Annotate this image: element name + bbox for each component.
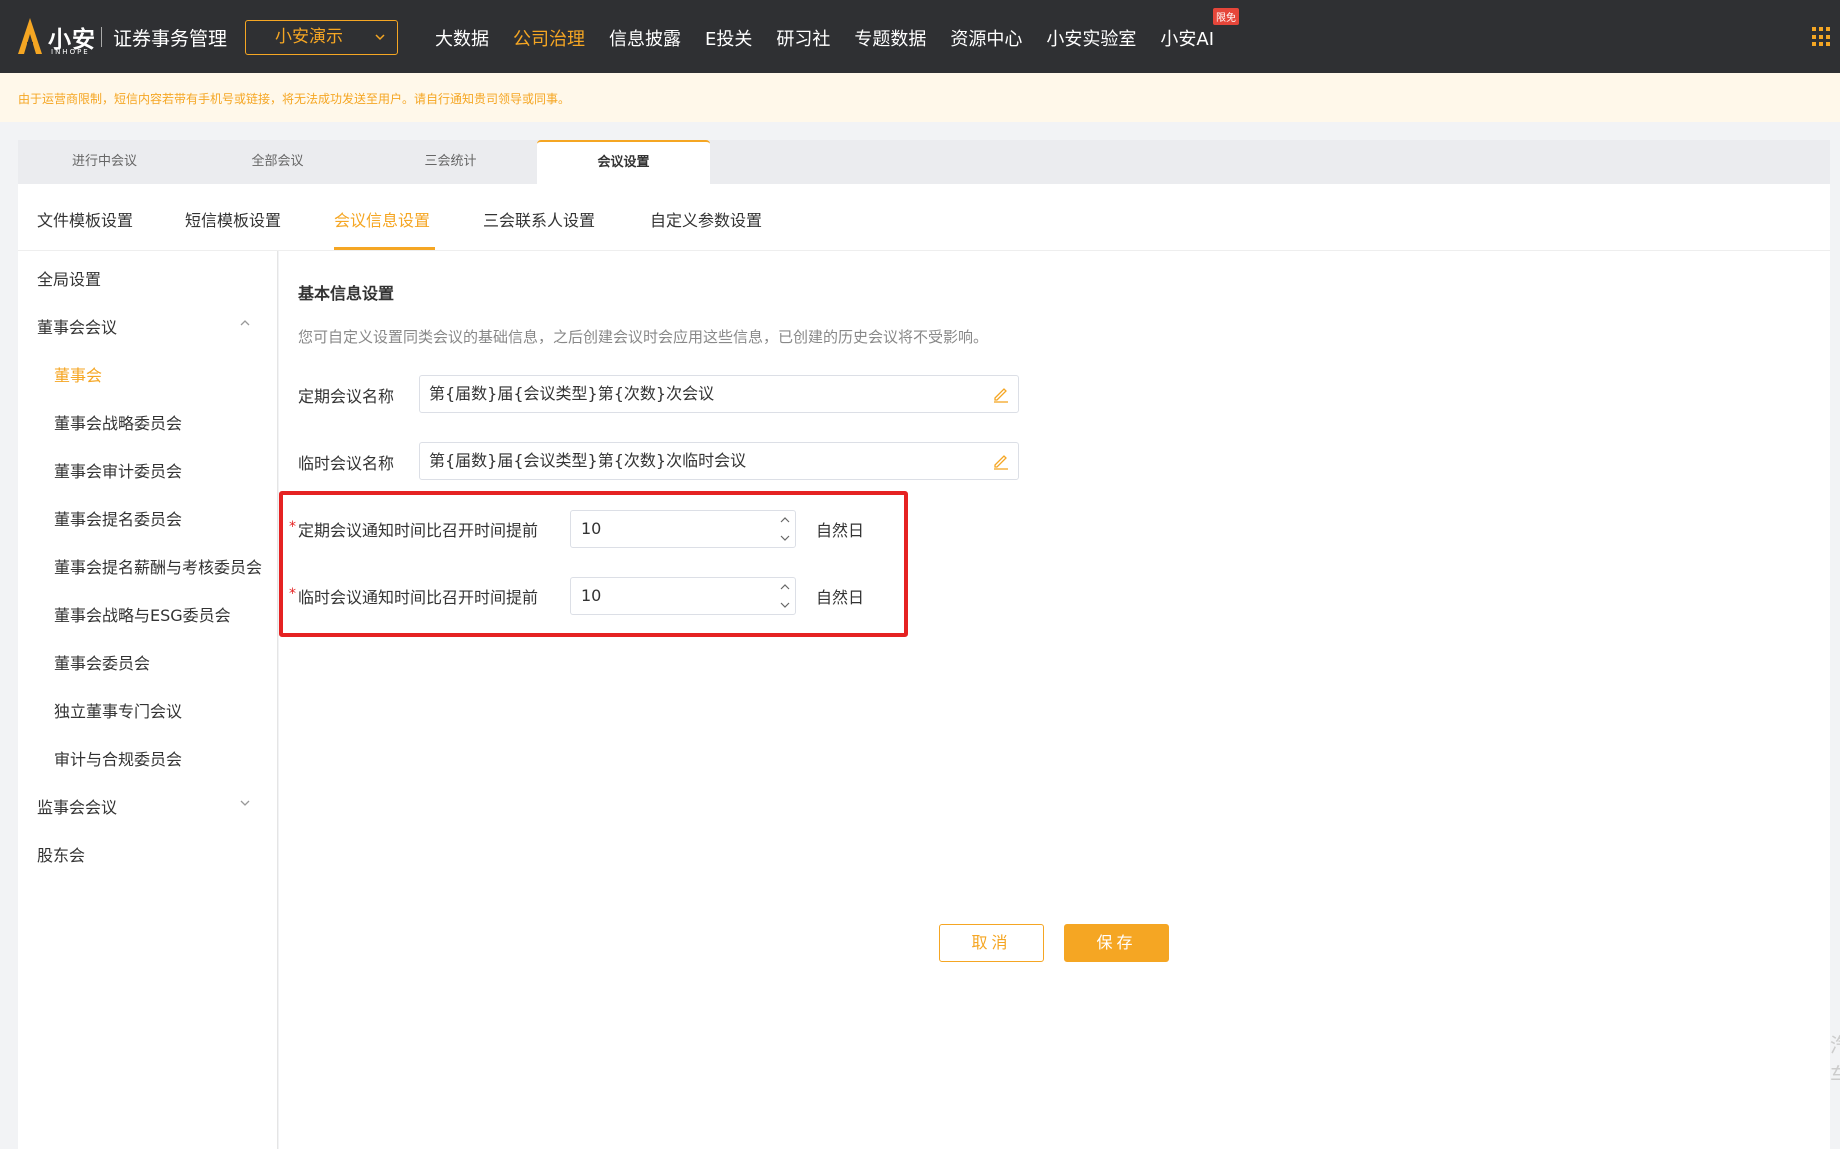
temp-notice-input[interactable]: 10 (570, 577, 796, 615)
nav-item-study[interactable]: 研习社 (776, 25, 830, 51)
tab-all-meetings[interactable]: 全部会议 (191, 140, 364, 184)
logo-subtext: INHOPE (51, 48, 90, 56)
stepper-down[interactable] (775, 529, 795, 547)
nav-item-ai-label: 小安AI (1160, 29, 1214, 50)
sidebar-item-audit-committee[interactable]: 董事会审计委员会 (54, 458, 182, 482)
section-description: 您可自定义设置同类会议的基础信息，之后创建会议时会应用这些信息，已创建的历史会议… (298, 328, 989, 346)
subtab-custom-params[interactable]: 自定义参数设置 (650, 207, 762, 231)
regular-name-label: 定期会议名称 (298, 387, 395, 406)
org-select[interactable]: 小安演示 (245, 20, 398, 55)
sidebar-item-board-committee[interactable]: 董事会委员会 (54, 650, 150, 674)
sidebar-item-shareholders[interactable]: 股东会 (37, 842, 85, 866)
cancel-button[interactable]: 取消 (939, 924, 1044, 962)
logo-divider (101, 27, 102, 47)
sidebar-item-strategy-committee[interactable]: 董事会战略委员会 (54, 410, 182, 434)
main-nav: 大数据 公司治理 信息披露 E投关 研习社 专题数据 资源中心 小安实验室 小安… (435, 8, 1239, 51)
apps-grid-icon[interactable] (1812, 27, 1832, 47)
sidebar-item-esg-committee[interactable]: 董事会战略与ESG委员会 (54, 602, 231, 626)
edit-icon[interactable] (992, 452, 1010, 470)
chevron-up-icon[interactable] (239, 317, 251, 329)
temp-name-input[interactable]: 第{届数}届{会议类型}第{次数}次临时会议 (419, 442, 1019, 480)
stepper-up[interactable] (775, 511, 795, 529)
temp-notice-value: 10 (581, 586, 602, 605)
chevron-down-icon (375, 34, 385, 41)
nav-item-eir[interactable]: E投关 (705, 25, 752, 51)
subtab-active-indicator (334, 247, 435, 250)
temp-name-label: 临时会议名称 (298, 454, 395, 473)
temp-name-value: 第{届数}届{会议类型}第{次数}次临时会议 (429, 451, 747, 470)
nav-item-ai[interactable]: 小安AI 限免 (1160, 8, 1239, 51)
regular-name-value: 第{届数}届{会议类型}第{次数}次会议 (429, 384, 715, 403)
temp-notice-unit: 自然日 (816, 588, 865, 607)
chevron-up-icon (780, 584, 790, 590)
save-button[interactable]: 保存 (1064, 924, 1169, 962)
tab-meeting-settings[interactable]: 会议设置 (537, 140, 710, 184)
tab-ongoing-meetings[interactable]: 进行中会议 (18, 140, 191, 184)
sidebar-group-board[interactable]: 董事会会议 (37, 314, 117, 338)
nav-item-bigdata[interactable]: 大数据 (435, 25, 489, 51)
temp-notice-label: 临时会议通知时间比召开时间提前 (298, 588, 539, 607)
edit-icon[interactable] (992, 385, 1010, 403)
free-badge: 限免 (1213, 8, 1239, 25)
subtab-sms-templates[interactable]: 短信模板设置 (185, 207, 281, 231)
nav-item-topic-data[interactable]: 专题数据 (854, 25, 926, 51)
sidebar-item-audit-compliance[interactable]: 审计与合规委员会 (54, 746, 182, 770)
sub-tabs: 文件模板设置 短信模板设置 会议信息设置 三会联系人设置 自定义参数设置 (18, 184, 1830, 251)
sidebar-item-independent-directors[interactable]: 独立董事专门会议 (54, 698, 182, 722)
sidebar-item-remuneration-committee[interactable]: 董事会提名薪酬与考核委员会 (54, 554, 262, 578)
regular-name-input[interactable]: 第{届数}届{会议类型}第{次数}次会议 (419, 375, 1019, 413)
regular-notice-value: 10 (581, 519, 602, 538)
subtab-contacts[interactable]: 三会联系人设置 (483, 207, 595, 231)
sidebar-item-global[interactable]: 全局设置 (37, 266, 101, 290)
sidebar-group-supervisors[interactable]: 监事会会议 (37, 794, 117, 818)
main-tabs: 进行中会议 全部会议 三会统计 会议设置 (18, 140, 1830, 184)
nav-item-governance[interactable]: 公司治理 (513, 25, 585, 51)
chevron-down-icon[interactable] (239, 797, 251, 809)
notice-bar: 由于运营商限制，短信内容若带有手机号或链接，将无法成功发送至用户。请自行通知贵司… (0, 73, 1840, 122)
section-title: 基本信息设置 (298, 284, 395, 303)
required-mark: * (289, 519, 296, 535)
top-navbar: 小安 INHOPE 证券事务管理 小安演示 大数据 公司治理 信息披露 E投关 … (0, 0, 1840, 73)
nav-item-resources[interactable]: 资源中心 (950, 25, 1022, 51)
chevron-down-icon (780, 602, 790, 608)
subtab-meeting-info[interactable]: 会议信息设置 (334, 207, 430, 231)
stepper-down[interactable] (775, 596, 795, 614)
system-title: 证券事务管理 (113, 28, 228, 50)
org-select-value: 小安演示 (275, 27, 343, 47)
regular-notice-label: 定期会议通知时间比召开时间提前 (298, 521, 539, 540)
nav-item-disclosure[interactable]: 信息披露 (609, 25, 681, 51)
logo-icon (18, 18, 42, 54)
edge-watermark-text: 汽车 (1830, 1030, 1840, 1090)
regular-notice-input[interactable]: 10 (570, 510, 796, 548)
subtab-file-templates[interactable]: 文件模板设置 (37, 207, 133, 231)
chevron-up-icon (780, 517, 790, 523)
stepper-up[interactable] (775, 578, 795, 596)
settings-content: 基本信息设置 您可自定义设置同类会议的基础信息，之后创建会议时会应用这些信息，已… (279, 251, 1830, 1149)
sidebar: 全局设置 董事会会议 董事会 董事会战略委员会 董事会审计委员会 董事会提名委员… (18, 251, 278, 1149)
nav-item-lab[interactable]: 小安实验室 (1046, 25, 1136, 51)
sidebar-item-nomination-committee[interactable]: 董事会提名委员会 (54, 506, 182, 530)
required-mark: * (289, 586, 296, 602)
tab-meeting-stats[interactable]: 三会统计 (364, 140, 537, 184)
sidebar-item-board[interactable]: 董事会 (54, 362, 102, 386)
number-stepper (775, 511, 795, 547)
chevron-down-icon (780, 535, 790, 541)
regular-notice-unit: 自然日 (816, 521, 865, 540)
number-stepper (775, 578, 795, 614)
